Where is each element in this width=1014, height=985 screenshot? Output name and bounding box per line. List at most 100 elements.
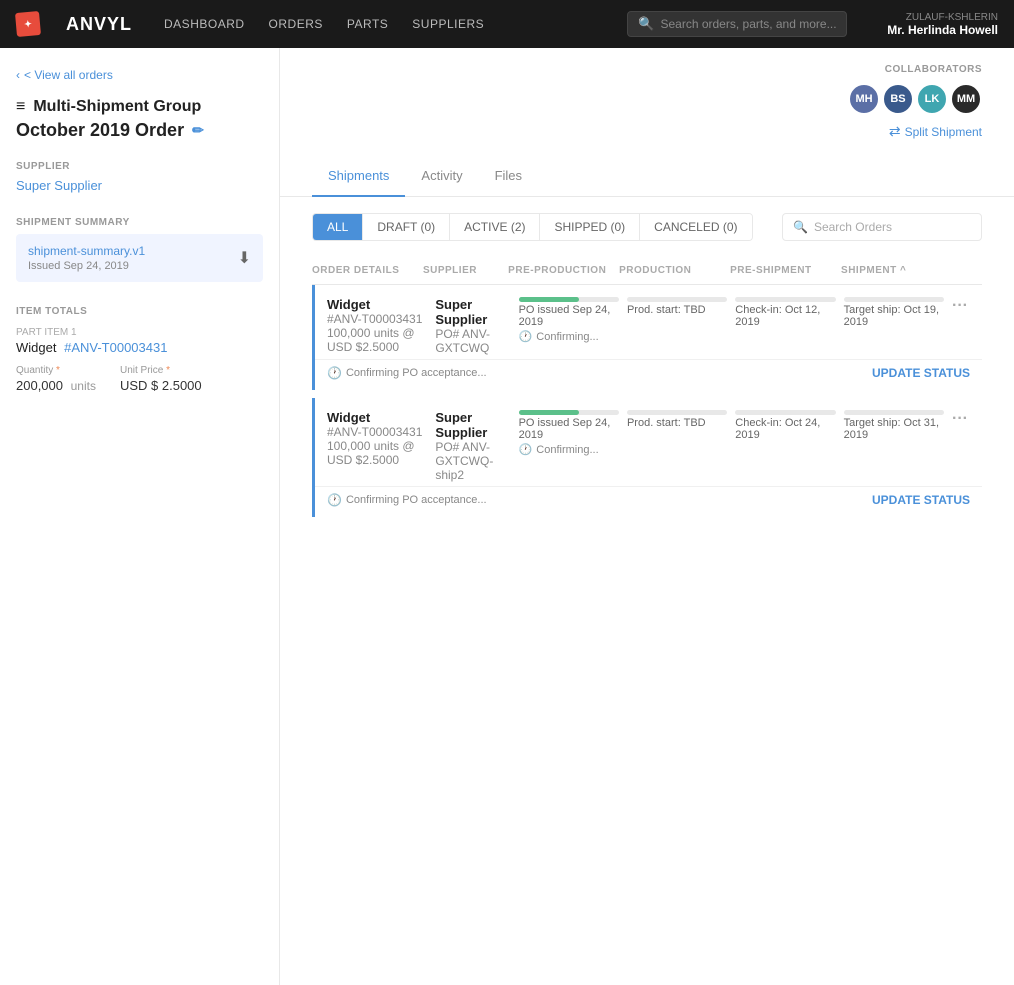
avatar-lk[interactable]: LK: [916, 83, 948, 115]
filter-draft[interactable]: DRAFT (0): [363, 214, 450, 240]
header-supplier: SUPPLIER: [423, 265, 500, 276]
group-icon: ≡: [16, 98, 25, 116]
row2-supplier: Super Supplier PO# ANV-GXTCWQ-ship2: [435, 410, 510, 482]
main-content: COLLABORATORS MH BS LK MM ⇄ Split Shipme…: [280, 48, 1014, 985]
edit-icon[interactable]: ✏: [192, 122, 204, 139]
order-name-row: October 2019 Order ✏: [16, 120, 263, 141]
filter-canceled[interactable]: CANCELED (0): [640, 214, 751, 240]
row2-order-id: #ANV-T00003431: [327, 425, 427, 439]
shipment-summary-info: shipment-summary.v1 Issued Sep 24, 2019: [28, 244, 145, 272]
search-input[interactable]: [660, 17, 836, 31]
table-row-2: Widget #ANV-T00003431 100,000 units @ US…: [312, 398, 982, 517]
sidebar: ‹ < View all orders ≡ Multi-Shipment Gro…: [0, 48, 280, 985]
header-order-details: ORDER DETAILS: [312, 265, 415, 276]
tab-files[interactable]: Files: [479, 156, 538, 197]
clock-icon-4: 🕐: [327, 493, 342, 507]
unit-price-value: USD $ 2.5000: [120, 378, 202, 393]
quantity-value: 200,000 units: [16, 378, 96, 393]
shipment-row-1: Widget #ANV-T00003431 100,000 units @ US…: [315, 285, 982, 360]
collaborators-label: COLLABORATORS: [885, 64, 982, 75]
row2-pre-ship-text: Check-in: Oct 24, 2019: [735, 417, 835, 441]
unit-price-group: Unit Price * USD $ 2.5000: [120, 365, 202, 393]
row2-production: Prod. start: TBD: [627, 410, 727, 429]
header-pre-shipment: PRE-SHIPMENT: [730, 265, 833, 276]
nav-dashboard[interactable]: DASHBOARD: [164, 17, 245, 31]
row1-order-title: Widget: [327, 297, 427, 312]
avatar-mh[interactable]: MH: [848, 83, 880, 115]
row1-pre-prod-sub: 🕐 Confirming...: [519, 330, 619, 343]
row1-update-status[interactable]: UPDATE STATUS: [872, 366, 970, 380]
row1-supplier-name: Super Supplier: [435, 297, 510, 327]
table-header: ORDER DETAILS SUPPLIER PRE-PRODUCTION PR…: [312, 257, 982, 285]
row2-dots[interactable]: ···: [952, 410, 982, 428]
row2-prod-text: Prod. start: TBD: [627, 417, 727, 429]
orders-search-input[interactable]: [814, 220, 971, 234]
row2-order-qty: 100,000 units @ USD $2.5000: [327, 439, 427, 467]
back-link-label[interactable]: < View all orders: [24, 68, 113, 82]
filter-tabs: ALL DRAFT (0) ACTIVE (2) SHIPPED (0) CAN…: [312, 213, 753, 241]
row1-order-qty: 100,000 units @ USD $2.5000: [327, 326, 427, 354]
row1-production: Prod. start: TBD: [627, 297, 727, 316]
shipment-summary-label: SHIPMENT SUMMARY: [16, 217, 263, 228]
filter-all[interactable]: ALL: [313, 214, 363, 240]
download-icon[interactable]: ⬇: [238, 248, 251, 268]
row1-pre-prod-text: PO issued Sep 24, 2019: [519, 304, 619, 328]
tab-shipments[interactable]: Shipments: [312, 156, 405, 197]
row1-order-id: #ANV-T00003431: [327, 312, 427, 326]
avatar-mm[interactable]: MM: [950, 83, 982, 115]
search-icon: 🔍: [638, 16, 654, 32]
row1-confirming-row: 🕐 Confirming PO acceptance... UPDATE STA…: [315, 360, 982, 390]
row2-update-status[interactable]: UPDATE STATUS: [872, 493, 970, 507]
nav-bar: ✦ ANVYL DASHBOARD ORDERS PARTS SUPPLIERS…: [0, 0, 1014, 48]
nav-suppliers[interactable]: SUPPLIERS: [412, 17, 484, 31]
row1-pre-ship-text: Check-in: Oct 12, 2019: [735, 304, 835, 328]
orders-search-icon: 🔍: [793, 220, 808, 234]
row1-dots[interactable]: ···: [952, 297, 982, 315]
filter-bar: ALL DRAFT (0) ACTIVE (2) SHIPPED (0) CAN…: [280, 197, 1014, 257]
collaborators-section: COLLABORATORS MH BS LK MM ⇄ Split Shipme…: [280, 48, 1014, 156]
row1-order-details: Widget #ANV-T00003431 100,000 units @ US…: [327, 297, 427, 354]
shipment-row-2: Widget #ANV-T00003431 100,000 units @ US…: [315, 398, 982, 487]
clock-icon-2: 🕐: [327, 366, 342, 380]
supplier-label: SUPPLIER: [16, 161, 263, 172]
clock-icon: 🕐: [519, 330, 533, 343]
orders-search[interactable]: 🔍: [782, 213, 982, 241]
user-name: Mr. Herlinda Howell: [887, 23, 998, 37]
main-tabs: Shipments Activity Files: [280, 156, 1014, 197]
row1-pre-production: PO issued Sep 24, 2019 🕐 Confirming...: [519, 297, 619, 343]
user-menu[interactable]: ZULAUF-KSHLERIN Mr. Herlinda Howell: [887, 12, 998, 37]
nav-orders[interactable]: ORDERS: [269, 17, 323, 31]
part-link[interactable]: #ANV-T00003431: [64, 340, 167, 355]
back-link[interactable]: ‹ < View all orders: [16, 68, 263, 82]
filter-shipped[interactable]: SHIPPED (0): [540, 214, 640, 240]
supplier-link[interactable]: Super Supplier: [16, 178, 263, 193]
row1-po-num: PO# ANV-GXTCWQ: [435, 327, 510, 355]
shipment-summary-box: shipment-summary.v1 Issued Sep 24, 2019 …: [16, 234, 263, 282]
nav-parts[interactable]: PARTS: [347, 17, 388, 31]
quantity-group: Quantity * 200,000 units: [16, 365, 96, 393]
shipment-issued-date: Issued Sep 24, 2019: [28, 260, 145, 272]
unit-price-label: Unit Price *: [120, 365, 202, 376]
part-name: Widget #ANV-T00003431: [16, 340, 263, 355]
row2-pre-prod-text: PO issued Sep 24, 2019: [519, 417, 619, 441]
header-actions: [952, 265, 982, 276]
row2-ship-text: Target ship: Oct 31, 2019: [844, 417, 944, 441]
main-layout: ‹ < View all orders ≡ Multi-Shipment Gro…: [0, 48, 1014, 985]
item-totals-label: ITEM TOTALS: [16, 306, 263, 317]
avatar-bs[interactable]: BS: [882, 83, 914, 115]
nav-logo: ANVYL: [66, 14, 132, 35]
clock-icon-3: 🕐: [519, 443, 533, 456]
back-icon: ‹: [16, 68, 20, 82]
tab-activity[interactable]: Activity: [405, 156, 478, 197]
row1-confirming-label: 🕐 Confirming PO acceptance...: [327, 366, 487, 380]
shipment-file-name[interactable]: shipment-summary.v1: [28, 244, 145, 258]
row2-confirming-row: 🕐 Confirming PO acceptance... UPDATE STA…: [315, 487, 982, 517]
table-row-1: Widget #ANV-T00003431 100,000 units @ US…: [312, 285, 982, 390]
global-search[interactable]: 🔍: [627, 11, 847, 37]
order-name: October 2019 Order: [16, 120, 184, 141]
logo-badge: ✦: [15, 11, 41, 37]
row2-supplier-name: Super Supplier: [435, 410, 510, 440]
split-shipment-button[interactable]: ⇄ Split Shipment: [889, 123, 982, 140]
filter-active[interactable]: ACTIVE (2): [450, 214, 540, 240]
row2-order-details: Widget #ANV-T00003431 100,000 units @ US…: [327, 410, 427, 467]
